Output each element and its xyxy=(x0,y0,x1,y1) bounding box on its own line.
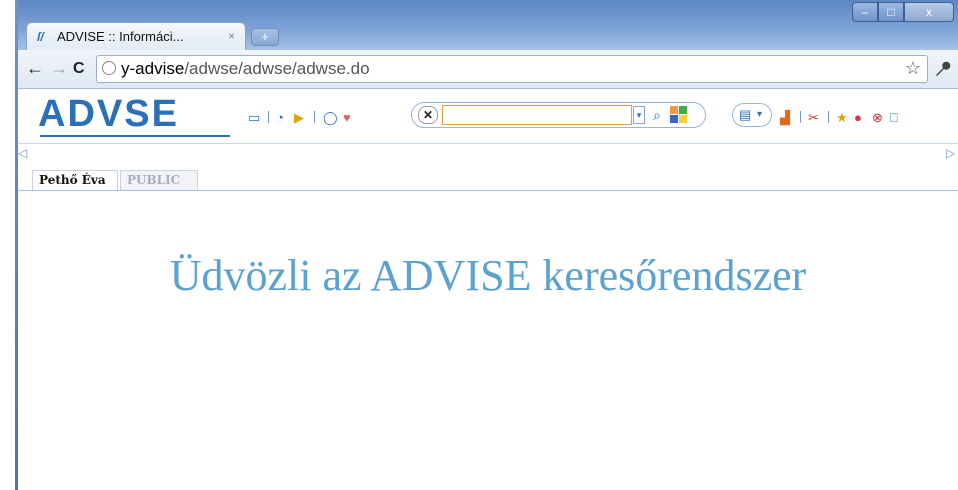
bookmark-icon[interactable]: ⎕ xyxy=(890,111,898,125)
search-dropdown-button[interactable]: ▾ xyxy=(633,106,645,124)
document-menu[interactable]: ▤ ▾ xyxy=(732,103,772,127)
back-button[interactable]: ← xyxy=(26,59,44,77)
forward-button[interactable]: → xyxy=(50,59,68,77)
user-icon[interactable]: ◯ xyxy=(323,111,338,125)
color-grid-icon[interactable] xyxy=(670,106,688,124)
toolbar-separator xyxy=(800,111,801,123)
favorite-star-icon[interactable]: ★ xyxy=(836,111,848,125)
scroll-arrows: ◁ ▷ xyxy=(18,144,958,164)
url-host: y-advise xyxy=(121,59,185,78)
new-tab-button[interactable]: + xyxy=(251,28,279,46)
help-lifebuoy-icon[interactable]: ⊗ xyxy=(872,111,883,125)
search-icon[interactable]: ⌕ xyxy=(648,106,666,124)
window-icon[interactable]: ▭ xyxy=(248,111,260,125)
address-url[interactable]: y-advise/adwse/adwse/adwse.do xyxy=(121,59,370,79)
red-circle-icon[interactable]: ● xyxy=(854,111,862,125)
chart-icon[interactable]: ▟ xyxy=(780,111,790,125)
browser-tab[interactable]: ſ/ ADVISE :: Informáci... × xyxy=(26,22,246,50)
document-dropdown-icon: ▾ xyxy=(757,109,763,120)
tab-close-icon[interactable]: × xyxy=(228,29,235,43)
left-frame xyxy=(0,0,18,490)
logo-underline xyxy=(40,135,230,137)
minimize-button[interactable]: – xyxy=(852,2,878,22)
address-bar[interactable]: y-advise/adwse/adwse/adwse.do ☆ xyxy=(96,55,928,83)
scroll-right-icon[interactable]: ▷ xyxy=(946,146,955,160)
tab-title: ADVISE :: Informáci... xyxy=(57,29,184,44)
url-path: /adwse/adwse/adwse.do xyxy=(184,59,370,78)
tab-user[interactable]: Pethő Éva xyxy=(32,170,118,190)
tools-icon[interactable]: ✂ xyxy=(808,111,819,125)
toolbar-separator xyxy=(828,111,829,123)
clear-search-button[interactable]: ✕ xyxy=(418,106,438,124)
welcome-heading: Üdvözli az ADVISE keresőrendszer xyxy=(169,251,807,300)
maximize-button[interactable]: □ xyxy=(878,2,904,22)
tab-public[interactable]: PUBLIC xyxy=(120,170,198,190)
user-tabs: Pethő Éva PUBLIC xyxy=(18,168,958,191)
toolbar-separator xyxy=(314,111,315,123)
wrench-menu-icon[interactable] xyxy=(933,60,951,83)
reload-button[interactable]: C xyxy=(73,60,85,78)
close-window-button[interactable]: x xyxy=(904,2,954,22)
advise-favicon-icon: ſ/ xyxy=(37,30,44,44)
advise-logo: ADVSE xyxy=(38,93,179,135)
scroll-left-icon[interactable]: ◁ xyxy=(18,146,27,160)
app-toolbar: ADVSE ▭ ◔ ▶ ◯ ♥ ✕ ▾ ⌕ ▤ ▾ ▟ ✂ ★ ● ⊗ ⎕ xyxy=(18,89,958,144)
search-box: ✕ ▾ ⌕ xyxy=(411,102,706,128)
heart-icon[interactable]: ♥ xyxy=(343,111,351,125)
title-bar: ſ/ ADVISE :: Informáci... × + – □ x xyxy=(18,0,958,50)
bookmark-star-icon[interactable]: ☆ xyxy=(905,58,921,79)
bubble-icon[interactable]: ◔ xyxy=(276,111,284,125)
toolbar-separator xyxy=(268,111,269,123)
flag-icon[interactable]: ▶ xyxy=(294,111,304,125)
search-input[interactable] xyxy=(442,105,632,125)
document-icon: ▤ xyxy=(739,107,752,122)
browser-window: ſ/ ADVISE :: Informáci... × + – □ x ← → … xyxy=(18,0,958,490)
browser-toolbar: ← → C y-advise/adwse/adwse/adwse.do ☆ xyxy=(18,50,958,89)
page-globe-icon xyxy=(102,61,116,75)
